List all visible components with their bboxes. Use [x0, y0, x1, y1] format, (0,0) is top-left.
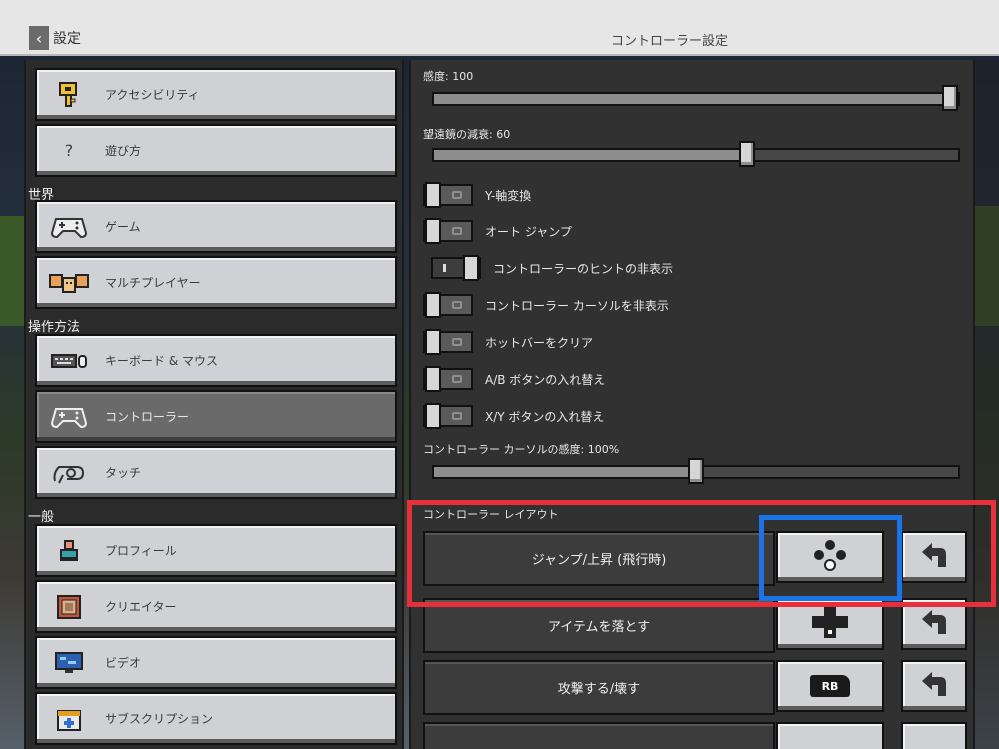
sidebar-item-label: サブスクリプション: [105, 712, 214, 726]
sidebar-item-controller[interactable]: コントローラー: [35, 390, 397, 443]
binding-button-attack[interactable]: RB: [776, 660, 884, 712]
page-title: コントローラー設定: [610, 34, 728, 49]
toggle-label: ホットバーをクリア: [485, 335, 594, 350]
settings-sidebar[interactable]: アクセシビリティ ? 遊び方 世界 ゲーム マルチプレイヤー 操作方法 キーボー…: [24, 60, 404, 749]
toggle-row-clear-hotbar[interactable]: ホットバーをクリア: [423, 328, 593, 356]
sensitivity-label: 感度: 100: [423, 70, 474, 83]
touch-icon: [49, 459, 89, 487]
cursor-sensitivity-slider[interactable]: [432, 458, 960, 484]
sensitivity-slider[interactable]: [432, 85, 960, 111]
hide-cursor-toggle[interactable]: [423, 292, 473, 318]
toggle-label: コントローラー カーソルを非表示: [485, 298, 669, 313]
toggle-row-swap-ab[interactable]: A/B ボタンの入れ替え: [423, 365, 605, 393]
sidebar-item-label: タッチ: [105, 466, 142, 480]
clear-hotbar-toggle[interactable]: [423, 329, 473, 355]
top-bar: ‹ 設定 コントローラー設定: [0, 0, 999, 56]
auto-jump-toggle[interactable]: [423, 218, 473, 244]
highlight-box-layout-row: [407, 500, 996, 607]
players-icon: [49, 269, 89, 297]
sidebar-item-subscription[interactable]: サブスクリプション: [35, 692, 397, 745]
creator-icon: [49, 593, 89, 621]
toggle-row-swap-xy[interactable]: X/Y ボタンの入れ替え: [423, 402, 604, 430]
slider-fill: [434, 94, 950, 104]
hide-hints-toggle[interactable]: [431, 255, 481, 281]
binding-button-next[interactable]: [776, 722, 884, 749]
sidebar-item-game[interactable]: ゲーム: [35, 200, 397, 253]
toggle-label: Y-軸変換: [485, 188, 532, 203]
cursor-sensitivity-label: コントローラー カーソルの感度: 100%: [423, 443, 620, 456]
invert-y-toggle[interactable]: [423, 182, 473, 208]
swap-xy-toggle[interactable]: [423, 403, 473, 429]
reset-binding-button-attack[interactable]: [901, 660, 967, 712]
sidebar-item-label: キーボード & マウス: [105, 354, 218, 368]
telescope-label: 望遠鏡の減衰: 60: [423, 128, 511, 141]
toggle-label: オート ジャンプ: [485, 224, 572, 239]
reset-binding-button-next[interactable]: [901, 722, 967, 749]
toggle-label: X/Y ボタンの入れ替え: [485, 409, 605, 424]
slider-fill: [434, 150, 747, 160]
highlight-box-binding-button: [759, 515, 902, 601]
sidebar-item-label: 遊び方: [105, 144, 142, 158]
toggle-row-hide-cursor[interactable]: コントローラー カーソルを非表示: [423, 291, 669, 319]
rb-button-icon: RB: [810, 675, 850, 697]
sidebar-item-creator[interactable]: クリエイター: [35, 580, 397, 633]
subscription-icon: [49, 705, 89, 733]
sidebar-item-touch[interactable]: タッチ: [35, 446, 397, 499]
telescope-slider[interactable]: [432, 141, 960, 167]
question-icon: ?: [64, 141, 74, 160]
sidebar-item-label: ゲーム: [105, 220, 141, 234]
section-title-general: 一般: [28, 510, 55, 525]
toggle-row-invert-y[interactable]: Y-軸変換: [423, 181, 531, 209]
sidebar-item-video[interactable]: ビデオ: [35, 636, 397, 689]
swap-ab-toggle[interactable]: [423, 366, 473, 392]
slider-knob[interactable]: [942, 85, 958, 111]
sidebar-item-accessibility[interactable]: アクセシビリティ: [35, 68, 397, 121]
controller-settings-panel[interactable]: 感度: 100 望遠鏡の減衰: 60 Y-軸変換 オート ジャンプ コントローラ…: [409, 60, 975, 749]
sidebar-item-multiplayer[interactable]: マルチプレイヤー: [35, 256, 397, 309]
slider-knob[interactable]: [739, 141, 755, 167]
sidebar-item-label: コントローラー: [105, 410, 190, 424]
sidebar-item-profile[interactable]: プロフィール: [35, 524, 397, 577]
slider-fill: [434, 467, 696, 477]
binding-label-attack: 攻撃する/壊す: [423, 660, 775, 715]
sidebar-item-label: クリエイター: [105, 600, 177, 614]
profile-icon: [49, 537, 89, 565]
slider-knob[interactable]: [688, 458, 704, 484]
gamepad-icon: [49, 213, 89, 241]
toggle-row-hide-hints[interactable]: コントローラーのヒントの非表示: [431, 254, 673, 282]
scrollbar-track[interactable]: [975, 60, 999, 749]
keyboard-mouse-icon: [49, 347, 89, 375]
undo-icon: [920, 671, 948, 701]
sidebar-item-how-to-play[interactable]: ? 遊び方: [35, 124, 397, 177]
toggle-label: A/B ボタンの入れ替え: [485, 372, 606, 387]
binding-label-next: [423, 722, 775, 749]
sidebar-item-keyboard-mouse[interactable]: キーボード & マウス: [35, 334, 397, 387]
background-grass: [0, 216, 24, 326]
gamepad-icon: [49, 403, 89, 431]
video-icon: [49, 649, 89, 677]
dpad-icon: [810, 604, 850, 644]
undo-icon: [920, 609, 948, 639]
sidebar-item-label: プロフィール: [105, 544, 177, 558]
key-icon: [49, 81, 89, 109]
sidebar-item-label: ビデオ: [105, 656, 142, 670]
section-title-controls: 操作方法: [28, 320, 81, 335]
sidebar-item-label: マルチプレイヤー: [105, 276, 201, 290]
toggle-row-auto-jump[interactable]: オート ジャンプ: [423, 217, 572, 245]
toggle-label: コントローラーのヒントの非表示: [493, 261, 674, 276]
sidebar-item-label: アクセシビリティ: [105, 88, 200, 102]
